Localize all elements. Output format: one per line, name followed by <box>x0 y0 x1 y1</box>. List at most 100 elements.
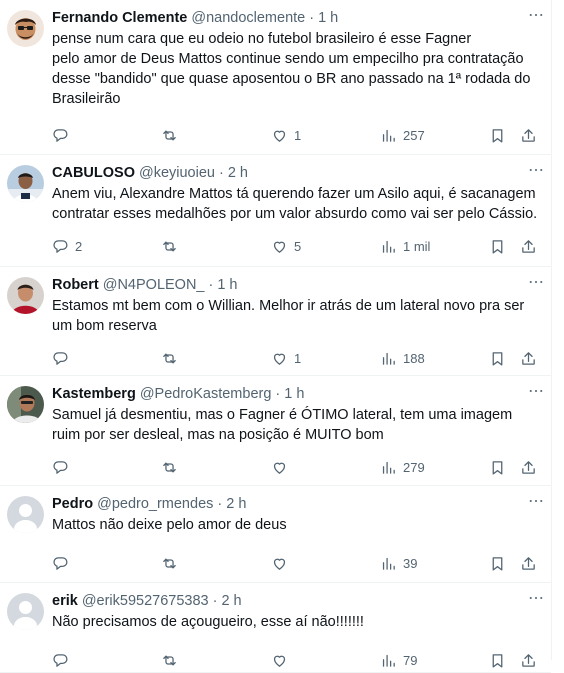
reply-button[interactable] <box>52 649 75 671</box>
bookmark-button[interactable] <box>489 235 506 257</box>
timestamp[interactable]: 1 h <box>318 10 338 26</box>
more-options-button[interactable] <box>527 589 545 607</box>
retweet-icon <box>163 241 176 251</box>
reply-button[interactable]: 2 <box>52 235 82 257</box>
action-bar: 279 <box>52 456 537 478</box>
user-handle[interactable]: @erik59527675383 <box>82 593 209 609</box>
view-count: 79 <box>403 652 418 668</box>
like-button[interactable]: 1 <box>271 124 301 146</box>
dot-separator: · <box>212 593 218 609</box>
reply-button[interactable] <box>52 456 75 478</box>
share-button[interactable] <box>520 235 537 257</box>
retweet-button[interactable] <box>161 124 184 146</box>
share-button[interactable] <box>520 347 537 369</box>
timestamp[interactable]: 2 h <box>221 593 241 609</box>
like-button[interactable] <box>271 552 294 574</box>
more-icon <box>529 13 543 17</box>
display-name[interactable]: Robert <box>52 277 99 293</box>
dot-separator: · <box>217 496 223 512</box>
display-name[interactable]: Kastemberg <box>52 386 136 402</box>
reply-tweet[interactable]: Pedro @pedro_rmendes · 2 h Mattos não deixe … <box>0 486 551 583</box>
views-button[interactable]: 1 mil <box>380 235 430 257</box>
retweet-button[interactable] <box>161 649 184 671</box>
retweet-icon <box>163 130 176 140</box>
share-button[interactable] <box>520 552 537 574</box>
timestamp[interactable]: 1 h <box>284 386 304 402</box>
like-button[interactable] <box>271 456 294 478</box>
views-icon <box>382 557 395 570</box>
retweet-button[interactable] <box>161 552 184 574</box>
user-handle[interactable]: @keyiuoieu <box>139 165 215 181</box>
retweet-button[interactable] <box>161 235 184 257</box>
reply-icon <box>53 460 68 474</box>
more-options-button[interactable] <box>527 492 545 510</box>
share-button[interactable] <box>520 649 537 671</box>
view-count: 1 mil <box>403 238 431 254</box>
reply-tweet[interactable]: CABULOSO @keyiuoieu · 2 h Anem viu, Alexandr… <box>0 155 551 267</box>
bookmark-button[interactable] <box>489 456 506 478</box>
display-name[interactable]: Fernando Clemente <box>52 10 187 26</box>
user-handle[interactable]: @nandoclemente <box>191 10 305 26</box>
views-icon <box>382 129 395 142</box>
retweet-button[interactable] <box>161 347 184 369</box>
avatar[interactable] <box>7 165 44 202</box>
views-button[interactable]: 257 <box>380 124 425 146</box>
reply-tweet[interactable]: Kastemberg @PedroKastemberg · 1 h Samuel já … <box>0 376 551 486</box>
tweet-header: Kastemberg @PedroKastemberg · 1 h <box>52 385 531 403</box>
user-handle[interactable]: @PedroKastemberg <box>140 386 272 402</box>
action-bar: 39 <box>52 552 537 574</box>
user-handle[interactable]: @pedro_rmendes <box>97 496 213 512</box>
views-button[interactable]: 79 <box>380 649 417 671</box>
heart-icon <box>273 353 286 365</box>
more-options-button[interactable] <box>527 161 545 179</box>
share-icon <box>522 653 535 667</box>
views-button[interactable]: 279 <box>380 456 425 478</box>
views-button[interactable]: 39 <box>380 552 417 574</box>
bookmark-button[interactable] <box>489 347 506 369</box>
reply-tweet[interactable]: Robert @N4POLEON_ · 1 h Estamos mt bem com o… <box>0 267 551 376</box>
reply-button[interactable] <box>52 347 75 369</box>
retweet-button[interactable] <box>161 456 184 478</box>
dot-separator: · <box>275 386 281 402</box>
retweet-icon <box>163 462 176 472</box>
tweet-header: Pedro @pedro_rmendes · 2 h <box>52 495 531 513</box>
reply-icon <box>53 239 68 253</box>
share-icon <box>522 239 535 253</box>
display-name[interactable]: Pedro <box>52 496 93 512</box>
avatar[interactable] <box>7 496 44 533</box>
bookmark-button[interactable] <box>489 552 506 574</box>
views-button[interactable]: 188 <box>380 347 425 369</box>
timestamp[interactable]: 2 h <box>228 165 248 181</box>
like-button[interactable] <box>271 649 294 671</box>
action-bar: 79 <box>52 649 537 671</box>
avatar[interactable] <box>7 593 44 630</box>
share-button[interactable] <box>520 456 537 478</box>
user-handle[interactable]: @N4POLEON_ <box>103 277 205 293</box>
display-name[interactable]: erik <box>52 593 78 609</box>
share-button[interactable] <box>520 124 537 146</box>
timestamp[interactable]: 2 h <box>226 496 246 512</box>
reply-tweet[interactable]: Fernando Clemente @nandoclemente · 1 h pense… <box>0 0 551 155</box>
view-count: 279 <box>403 459 425 475</box>
avatar[interactable] <box>7 386 44 423</box>
more-options-button[interactable] <box>527 273 545 291</box>
avatar[interactable] <box>7 277 44 314</box>
bookmark-icon <box>492 653 503 668</box>
views-icon <box>382 240 395 253</box>
dot-separator: · <box>218 165 224 181</box>
bookmark-button[interactable] <box>489 124 506 146</box>
display-name[interactable]: CABULOSO <box>52 165 135 181</box>
heart-icon <box>273 558 286 570</box>
reply-icon <box>53 351 68 365</box>
share-icon <box>522 556 535 570</box>
more-options-button[interactable] <box>527 6 545 24</box>
reply-button[interactable] <box>52 124 75 146</box>
bookmark-button[interactable] <box>489 649 506 671</box>
avatar[interactable] <box>7 10 44 47</box>
like-button[interactable]: 5 <box>271 235 301 257</box>
timestamp[interactable]: 1 h <box>217 277 237 293</box>
reply-button[interactable] <box>52 552 75 574</box>
action-bar: 1 188 <box>52 347 537 369</box>
like-button[interactable]: 1 <box>271 347 301 369</box>
more-options-button[interactable] <box>527 382 545 400</box>
